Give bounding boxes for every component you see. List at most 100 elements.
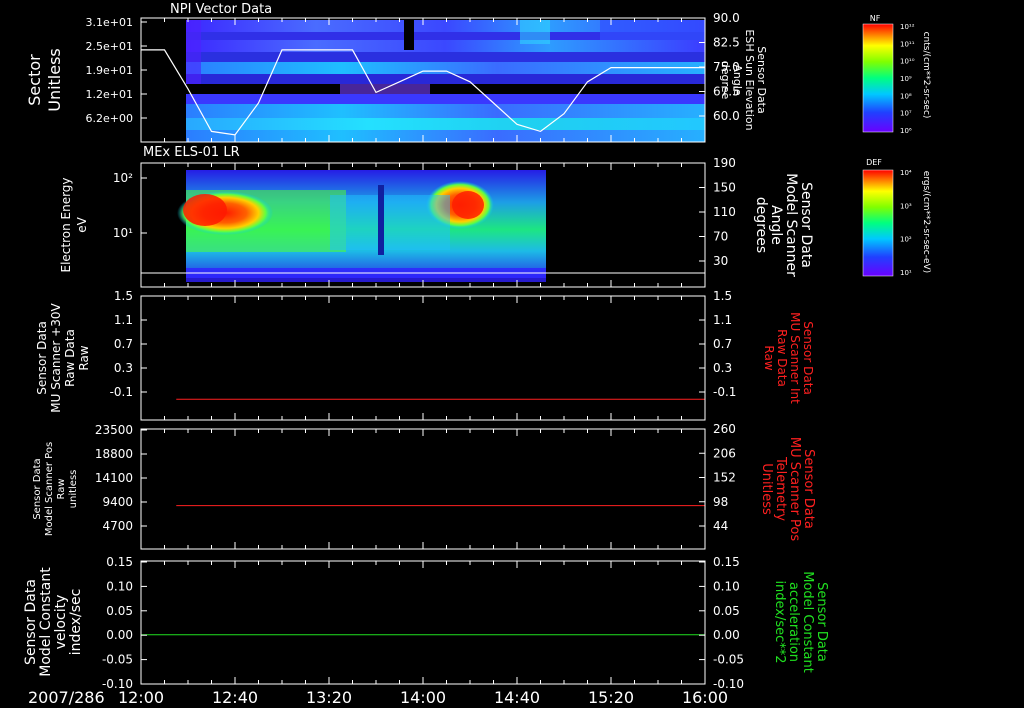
vel-left-tick-label: 0.15 — [106, 555, 133, 569]
colorbar-tick-label: 10¹⁰ — [900, 58, 915, 66]
nf-colorbar-label: NF — [870, 14, 881, 23]
def-colorbar-label: DEF — [866, 158, 882, 167]
pos-right-label-1: Sensor Data — [801, 449, 816, 529]
els-right-label-3: Angle — [768, 205, 784, 245]
colorbar-tick-label: 10⁸ — [900, 92, 912, 100]
els-spectrogram — [177, 170, 546, 282]
npi-left-tick-label: 3.1e+01 — [86, 16, 133, 29]
colorbar-tick-label: 10¹ — [900, 269, 912, 277]
mu30-right-label-2: MU Scanner Int — [788, 312, 802, 404]
vel-left-tick-label: 0.10 — [106, 579, 133, 593]
mu30-left-tick-label: 1.5 — [114, 289, 133, 303]
pos-right-label-2: MU Scanner Pos — [787, 437, 802, 542]
npi-right-tick-label: 90.0 — [713, 11, 740, 25]
pos-right-tick-label: 260 — [713, 422, 736, 436]
npi-right-tick-label: 60.0 — [713, 109, 740, 123]
els-left-label-1: Electron Energy — [59, 177, 73, 272]
pos-left-label: Sensor Data Model Scanner Pos Raw unitle… — [32, 442, 79, 536]
npi-left-label-2: Unitless — [45, 48, 64, 112]
els-right-tick-label: 70 — [713, 230, 728, 244]
vel-right-tick-label: 0.05 — [713, 604, 740, 618]
time-tick-label: 16:00 — [682, 688, 728, 707]
nf-colorbar-units: cnts/(cm**2-sr-sec) — [921, 32, 931, 119]
pos-left-tick-label: 23500 — [95, 423, 133, 437]
npi-left-tick-label: 1.2e+01 — [86, 88, 133, 101]
colorbar-tick-label: 10⁷ — [900, 110, 912, 118]
time-tick-label: 13:20 — [306, 688, 352, 707]
nf-colorbar: NF 10¹² 10¹¹ 10¹⁰ 10⁹ 10⁸ 10⁷ 10⁶ cnts/(cm**2-… — [862, 14, 931, 135]
mu30-left-tick-label: -0.1 — [110, 385, 133, 399]
els-left-label-2: eV — [75, 216, 89, 232]
els-right-tick-label: 190 — [713, 156, 736, 170]
mu30-right-label: Sensor Data MU Scanner Int Raw Data Raw — [762, 312, 815, 404]
mu30-right-tick-label: -0.1 — [713, 385, 736, 399]
els-right-label-2: Model Scanner — [783, 173, 799, 277]
vel-right-label-2: Model Constant — [800, 571, 815, 673]
colorbar-tick-label: 10³ — [900, 202, 912, 210]
mu30-left-label: Sensor Data MU Scanner +30V Raw Data Raw — [35, 303, 91, 413]
pos-left-axis: 23500 18800 14100 9400 4700 — [95, 423, 706, 549]
mu30-panel: 1.5 1.1 0.7 0.3 -0.1 1.5 1.1 0.7 0.3 -0.1 Sensor… — [35, 289, 815, 421]
mu30-left-label-4: Raw — [77, 345, 91, 370]
els-right-label: Sensor Data Model Scanner Angle degrees — [753, 173, 814, 277]
colorbar-tick-label: 10¹² — [900, 23, 915, 31]
pos-right-label-4: Unitless — [759, 463, 774, 515]
colorbar-tick-label: 10⁶ — [900, 127, 912, 135]
time-tick-label: 14:00 — [400, 688, 446, 707]
els-left-tick-label: 10² — [113, 171, 133, 185]
pos-left-tick-label: 9400 — [102, 495, 133, 509]
pos-right-label-3: Telemetry — [773, 456, 788, 521]
pos-right-tick-label: 152 — [713, 471, 736, 485]
npi-left-tick-label: 1.9e+01 — [86, 64, 133, 77]
pos-right-tick-label: 98 — [713, 495, 728, 509]
plot-canvas: NPI Vector Data 3.1e+01 2.5e+01 1.9e+01 1.2… — [23, 2, 931, 707]
vel-panel: 0.150.100.050.00-0.05-0.10 0.150.100.050… — [23, 555, 829, 691]
nf-colorbar-ticks: 10¹² 10¹¹ 10¹⁰ 10⁹ 10⁸ 10⁷ 10⁶ — [900, 23, 915, 135]
vel-right-label-4: index/sec**2 — [772, 580, 787, 663]
mu30-left-label-3: Raw Data — [63, 329, 77, 387]
els-right-label-1: Sensor Data — [798, 182, 814, 268]
vel-right-label: Sensor Data Model Constant acceleration … — [772, 571, 829, 673]
vel-left-label: Sensor Data Model Constant velocity inde… — [23, 567, 84, 677]
time-tick-label: 12:00 — [118, 688, 164, 707]
mu30-frame — [140, 295, 706, 421]
mu30-right-tick-label: 0.7 — [713, 337, 732, 351]
vel-right-label-3: acceleration — [786, 582, 801, 662]
colorbar-tick-label: 10⁴ — [900, 169, 912, 177]
vel-right-tick-label: 0.15 — [713, 555, 740, 569]
npi-title: NPI Vector Data — [170, 2, 272, 17]
mu30-right-label-4: Raw — [762, 345, 776, 370]
vel-left-tick-label: 0.05 — [106, 604, 133, 618]
pos-right-tick-label: 206 — [713, 446, 736, 460]
pos-frame — [140, 428, 706, 550]
mu30-left-tick-label: 1.1 — [114, 313, 133, 327]
pos-left-label-3: Raw — [56, 478, 67, 499]
els-right-tick-label: 30 — [713, 254, 728, 268]
colorbar-tick-label: 10² — [900, 236, 912, 244]
els-title: MEx ELS-01 LR — [143, 145, 240, 160]
els-right-label-4: degrees — [753, 197, 769, 253]
mu30-right-label-3: Raw Data — [775, 329, 789, 387]
def-colorbar: DEF 10⁴ 10³ 10² 10¹ ergs/(cm**2-sr-sec-eV) — [862, 158, 931, 277]
def-colorbar-ticks: 10⁴ 10³ 10² 10¹ — [900, 169, 912, 277]
pos-left-tick-label: 14100 — [95, 471, 133, 485]
vel-right-tick-label: 0.10 — [713, 579, 740, 593]
vel-left-label-4: index/sec — [68, 589, 84, 656]
time-tick-label: 12:40 — [212, 688, 258, 707]
colorbar-tick-label: 10¹¹ — [900, 40, 915, 48]
pos-left-tick-label: 4700 — [102, 519, 133, 533]
pos-left-tick-label: 18800 — [95, 447, 133, 461]
els-right-tick-label: 110 — [713, 205, 736, 219]
npi-left-tick-label: 6.2e+00 — [86, 112, 133, 125]
mu30-left-axis: 1.5 1.1 0.7 0.3 -0.1 — [110, 289, 706, 420]
mu30-left-tick-label: 0.7 — [114, 337, 133, 351]
time-tick-label: 14:40 — [494, 688, 540, 707]
els-left-tick-label: 10¹ — [113, 226, 133, 240]
vel-left-label-2: Model Constant — [38, 567, 54, 677]
pos-left-label-2: Model Scanner Pos — [44, 442, 55, 536]
def-colorbar-gradient — [862, 169, 894, 277]
pos-left-label-4: unitless — [68, 470, 79, 509]
pos-right-label: Sensor Data MU Scanner Pos Telemetry Uni… — [759, 437, 816, 542]
mu30-right-label-1: Sensor Data — [801, 321, 815, 395]
vel-left-axis: 0.150.100.050.00-0.05-0.10 — [102, 555, 706, 691]
